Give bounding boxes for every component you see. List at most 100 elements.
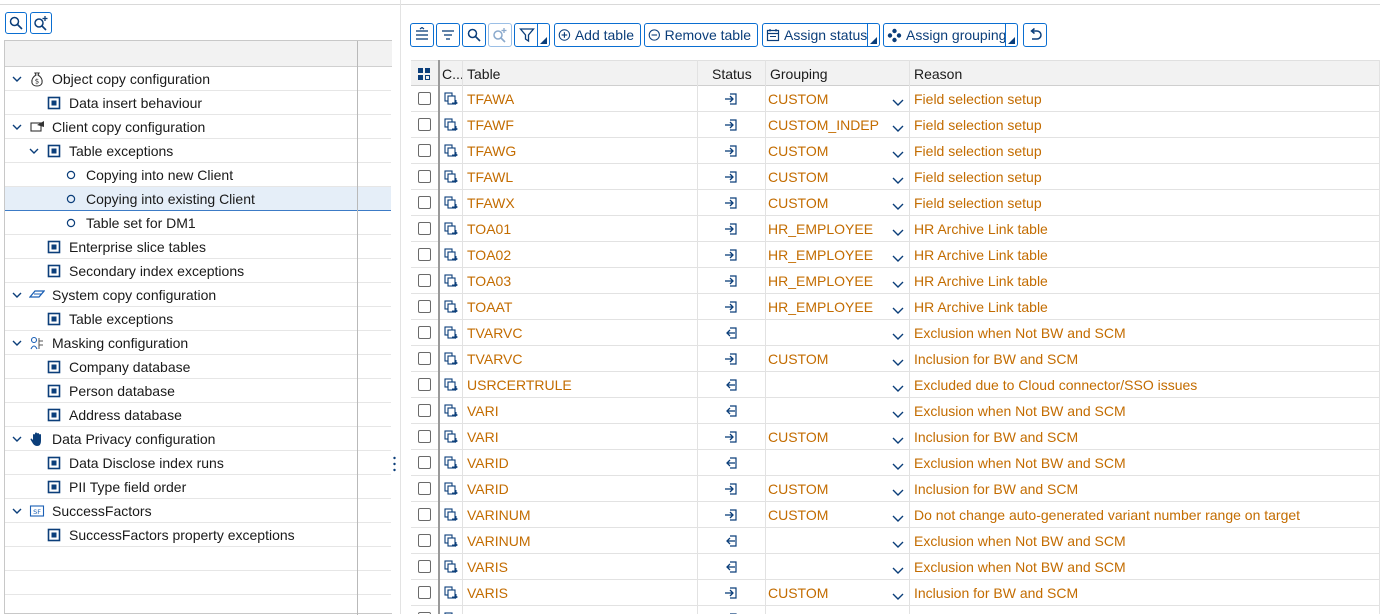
- grouping-chevron-down-icon[interactable]: [892, 588, 904, 600]
- status-exclude-icon[interactable]: [724, 560, 738, 574]
- grouping-chevron-down-icon[interactable]: [892, 224, 904, 236]
- copy-details-icon[interactable]: [443, 247, 459, 263]
- table-row[interactable]: TVARVC CUSTOM Inclusion for BW and SCM: [411, 346, 1380, 372]
- tree-node[interactable]: Data Privacy configuration: [5, 427, 391, 451]
- grouping-chevron-down-icon[interactable]: [892, 94, 904, 106]
- column-header-grouping[interactable]: Grouping: [770, 61, 828, 87]
- tree-node[interactable]: Table set for DM1: [5, 211, 391, 235]
- tree-node[interactable]: Person database: [5, 379, 391, 403]
- grouping-chevron-down-icon[interactable]: [892, 198, 904, 210]
- expand-all-button[interactable]: [410, 23, 434, 47]
- table-row[interactable]: TFAWF CUSTOM_INDEP Field selection setup: [411, 112, 1380, 138]
- status-include-icon[interactable]: [724, 196, 738, 210]
- filter-button[interactable]: [514, 23, 550, 47]
- table-row[interactable]: TVARVC Exclusion when Not BW and SCM: [411, 320, 1380, 346]
- tree-node[interactable]: Data insert behaviour: [5, 91, 391, 115]
- copy-details-icon[interactable]: [443, 299, 459, 315]
- table-row[interactable]: VARITExclusion when Not BW and SCM: [411, 606, 1380, 614]
- row-checkbox[interactable]: [418, 274, 431, 287]
- table-row[interactable]: VARIS Exclusion when Not BW and SCM: [411, 554, 1380, 580]
- column-header-table[interactable]: Table: [467, 61, 500, 87]
- grouping-chevron-down-icon[interactable]: [892, 302, 904, 314]
- copy-details-icon[interactable]: [443, 481, 459, 497]
- status-include-icon[interactable]: [724, 586, 738, 600]
- grouping-chevron-down-icon[interactable]: [892, 172, 904, 184]
- status-include-icon[interactable]: [724, 118, 738, 132]
- grid-column-divider[interactable]: [462, 60, 463, 614]
- remove-table-button[interactable]: Remove table: [644, 23, 758, 47]
- row-checkbox[interactable]: [418, 482, 431, 495]
- tree-node[interactable]: Data Disclose index runs: [5, 451, 391, 475]
- table-row[interactable]: VARI CUSTOM Inclusion for BW and SCM: [411, 424, 1380, 450]
- row-checkbox[interactable]: [418, 248, 431, 261]
- table-name-link[interactable]: TFAWF: [467, 117, 514, 133]
- copy-details-icon[interactable]: [443, 403, 459, 419]
- table-name-link[interactable]: TFAWA: [467, 91, 514, 107]
- table-name-link[interactable]: TOA03: [467, 273, 511, 289]
- copy-details-icon[interactable]: [443, 325, 459, 341]
- row-checkbox[interactable]: [418, 378, 431, 391]
- grid-column-divider[interactable]: [909, 60, 910, 614]
- row-checkbox[interactable]: [418, 430, 431, 443]
- status-include-icon[interactable]: [724, 300, 738, 314]
- assign-grouping-button[interactable]: Assign grouping: [883, 23, 1018, 47]
- copy-details-icon[interactable]: [443, 429, 459, 445]
- grouping-chevron-down-icon[interactable]: [892, 484, 904, 496]
- copy-details-icon[interactable]: [443, 91, 459, 107]
- table-row[interactable]: VARID Exclusion when Not BW and SCM: [411, 450, 1380, 476]
- grouping-chevron-down-icon[interactable]: [892, 536, 904, 548]
- row-checkbox[interactable]: [418, 92, 431, 105]
- table-name-link[interactable]: USRCERTRULE: [467, 377, 572, 393]
- select-all-layout-button[interactable]: [417, 61, 432, 87]
- tree-node[interactable]: SuccessFactors property exceptions: [5, 523, 391, 547]
- chevron-down-icon[interactable]: [11, 432, 23, 444]
- sort-button[interactable]: [436, 23, 460, 47]
- row-checkbox[interactable]: [418, 508, 431, 521]
- status-exclude-icon[interactable]: [724, 404, 738, 418]
- tree-node[interactable]: $ Object copy configuration: [5, 67, 391, 91]
- status-include-icon[interactable]: [724, 144, 738, 158]
- table-name-link[interactable]: VARIS: [467, 559, 508, 575]
- table-name-link[interactable]: TOA02: [467, 247, 511, 263]
- grouping-chevron-down-icon[interactable]: [892, 354, 904, 366]
- table-name-link[interactable]: VARINUM: [467, 533, 531, 549]
- tree-node[interactable]: Secondary index exceptions: [5, 259, 391, 283]
- status-include-icon[interactable]: [724, 222, 738, 236]
- row-checkbox[interactable]: [418, 170, 431, 183]
- table-row[interactable]: TFAWG CUSTOM Field selection setup: [411, 138, 1380, 164]
- row-checkbox[interactable]: [418, 196, 431, 209]
- grouping-chevron-down-icon[interactable]: [892, 562, 904, 574]
- copy-details-icon[interactable]: [443, 507, 459, 523]
- row-checkbox[interactable]: [418, 222, 431, 235]
- assign-status-dropdown[interactable]: [867, 24, 879, 46]
- tree-node[interactable]: PII Type field order: [5, 475, 391, 499]
- table-name-link[interactable]: TFAWG: [467, 143, 516, 159]
- row-checkbox[interactable]: [418, 404, 431, 417]
- table-row[interactable]: TOA02 HR_EMPLOYEE HR Archive Link table: [411, 242, 1380, 268]
- copy-details-icon[interactable]: [443, 221, 459, 237]
- table-name-link[interactable]: VARINUM: [467, 507, 531, 523]
- table-name-link[interactable]: TOA01: [467, 221, 511, 237]
- grouping-chevron-down-icon[interactable]: [892, 276, 904, 288]
- tree-node[interactable]: Copying into existing Client: [5, 187, 391, 211]
- status-exclude-icon[interactable]: [724, 456, 738, 470]
- table-row[interactable]: TOA03 HR_EMPLOYEE HR Archive Link table: [411, 268, 1380, 294]
- tree-node[interactable]: Address database: [5, 403, 391, 427]
- table-name-link[interactable]: VARID: [467, 455, 509, 471]
- table-name-link[interactable]: VARI: [467, 429, 499, 445]
- tree-node[interactable]: Client copy configuration: [5, 115, 391, 139]
- table-row[interactable]: VARIS CUSTOM Inclusion for BW and SCM: [411, 580, 1380, 606]
- tree-search-next-button[interactable]: [30, 12, 52, 34]
- status-exclude-icon[interactable]: [724, 534, 738, 548]
- tree-node[interactable]: System copy configuration: [5, 283, 391, 307]
- column-header-reason[interactable]: Reason: [914, 61, 962, 87]
- filter-dropdown[interactable]: [537, 24, 549, 46]
- find-next-button[interactable]: [488, 23, 512, 47]
- column-header-c[interactable]: C...: [442, 61, 464, 87]
- copy-details-icon[interactable]: [443, 455, 459, 471]
- status-include-icon[interactable]: [724, 508, 738, 522]
- tree-node[interactable]: Masking configuration: [5, 331, 391, 355]
- tree-node[interactable]: Copying into new Client: [5, 163, 391, 187]
- copy-details-icon[interactable]: [443, 195, 459, 211]
- chevron-down-icon[interactable]: [28, 144, 40, 156]
